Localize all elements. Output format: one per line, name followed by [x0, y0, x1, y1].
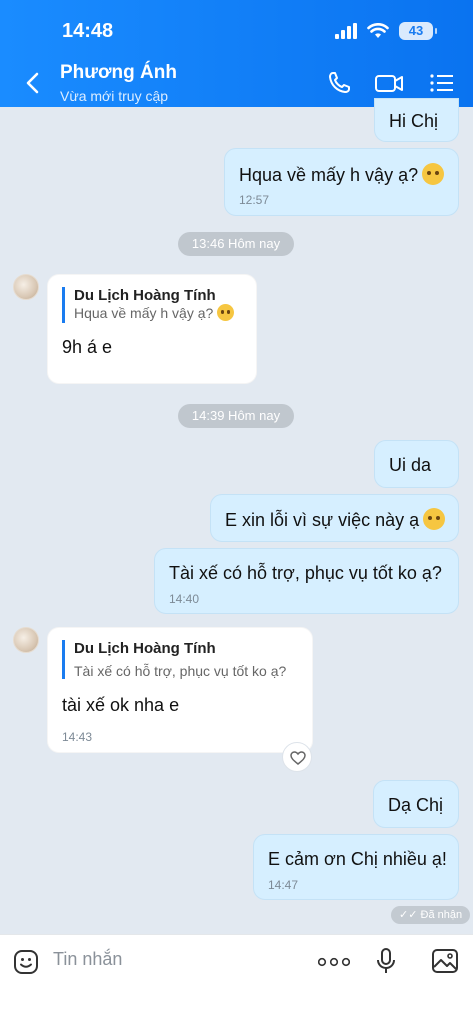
microphone-icon[interactable]	[376, 947, 396, 975]
heart-icon	[290, 751, 306, 765]
message-bubble-sent[interactable]: Hqua về mấy h vậy ạ? 12:57	[224, 148, 459, 216]
reply-quote[interactable]: Du Lịch Hoàng Tính Tài xế có hỗ trợ, phụ…	[62, 640, 298, 679]
message-text: Ui da	[389, 455, 432, 475]
delivered-status: ✓✓ Đã nhận	[391, 906, 471, 924]
quote-sender: Du Lịch Hoàng Tính	[74, 640, 216, 657]
smile-emoji-icon	[422, 163, 445, 185]
sender-avatar[interactable]	[13, 627, 39, 653]
contact-status: Vừa mới truy cập	[60, 88, 169, 104]
message-bubble-received[interactable]: Du Lịch Hoàng Tính Hqua về mấy h vậy ạ? …	[47, 274, 257, 384]
contact-name[interactable]: Phương Ánh	[60, 62, 177, 84]
double-check-icon: ✓✓	[399, 909, 418, 921]
message-time: 14:47	[268, 878, 299, 892]
message-text: Hqua về mấy h vậy ạ?	[239, 165, 419, 185]
quote-text: Tài xế có hỗ trợ, phục vụ tốt ko ạ?	[74, 663, 287, 679]
wifi-icon	[367, 23, 389, 38]
message-text: E cảm ơn Chị nhiều ạ!	[268, 849, 447, 869]
video-call-icon[interactable]	[374, 70, 404, 96]
message-composer: Tin nhắn	[0, 934, 473, 1024]
chat-header: 14:48 43 Phương Ánh Vừa mới truy cập	[0, 0, 473, 107]
more-options-icon[interactable]	[318, 957, 350, 967]
back-button[interactable]	[22, 70, 44, 96]
message-bubble-sent[interactable]: E cảm ơn Chị nhiều ạ! 14:47	[253, 834, 459, 900]
message-time: 12:57	[239, 193, 270, 207]
react-heart-button[interactable]	[282, 742, 312, 772]
reply-quote[interactable]: Du Lịch Hoàng Tính Hqua về mấy h vậy ạ?	[62, 287, 242, 323]
message-text: Hi Chị	[389, 111, 439, 131]
phone-call-icon[interactable]	[326, 70, 354, 96]
message-bubble-received[interactable]: Du Lịch Hoàng Tính Tài xế có hỗ trợ, phụ…	[47, 627, 313, 753]
message-time: 14:43	[62, 730, 93, 744]
message-bubble-sent[interactable]: Hi Chị	[374, 98, 459, 142]
delivered-label: Đã nhận	[420, 909, 463, 921]
message-bubble-sent[interactable]: Ui da	[374, 440, 459, 488]
message-text: E xin lỗi vì sự việc này ạ	[225, 510, 420, 530]
message-text: Dạ Chị	[388, 795, 444, 815]
quote-text: Hqua về mấy h vậy ạ?	[74, 305, 214, 321]
status-time: 14:48	[62, 20, 114, 42]
menu-icon[interactable]	[428, 70, 456, 96]
message-bubble-sent[interactable]: E xin lỗi vì sự việc này ạ	[210, 494, 459, 542]
quote-sender: Du Lịch Hoàng Tính	[74, 287, 216, 304]
sender-avatar[interactable]	[13, 274, 39, 300]
signal-icon	[335, 23, 357, 39]
message-time: 14:40	[169, 592, 200, 606]
image-gallery-icon[interactable]	[431, 948, 459, 974]
status-icons: 43	[335, 22, 437, 40]
message-bubble-sent[interactable]: Tài xế có hỗ trợ, phục vụ tốt ko ạ? 14:4…	[154, 548, 459, 614]
worried-emoji-icon	[423, 508, 446, 530]
battery-indicator: 43	[399, 22, 437, 40]
message-text: 9h á e	[62, 337, 113, 357]
date-divider: 14:39 Hôm nay	[178, 404, 294, 428]
smile-emoji-icon	[217, 304, 235, 321]
message-input[interactable]: Tin nhắn	[53, 949, 122, 970]
message-bubble-sent[interactable]: Dạ Chị	[373, 780, 459, 828]
message-text: Tài xế có hỗ trợ, phục vụ tốt ko ạ?	[169, 563, 442, 583]
date-divider: 13:46 Hôm nay	[178, 232, 294, 256]
message-text: tài xế ok nha e	[62, 695, 180, 715]
emoji-sticker-icon[interactable]	[13, 949, 39, 975]
